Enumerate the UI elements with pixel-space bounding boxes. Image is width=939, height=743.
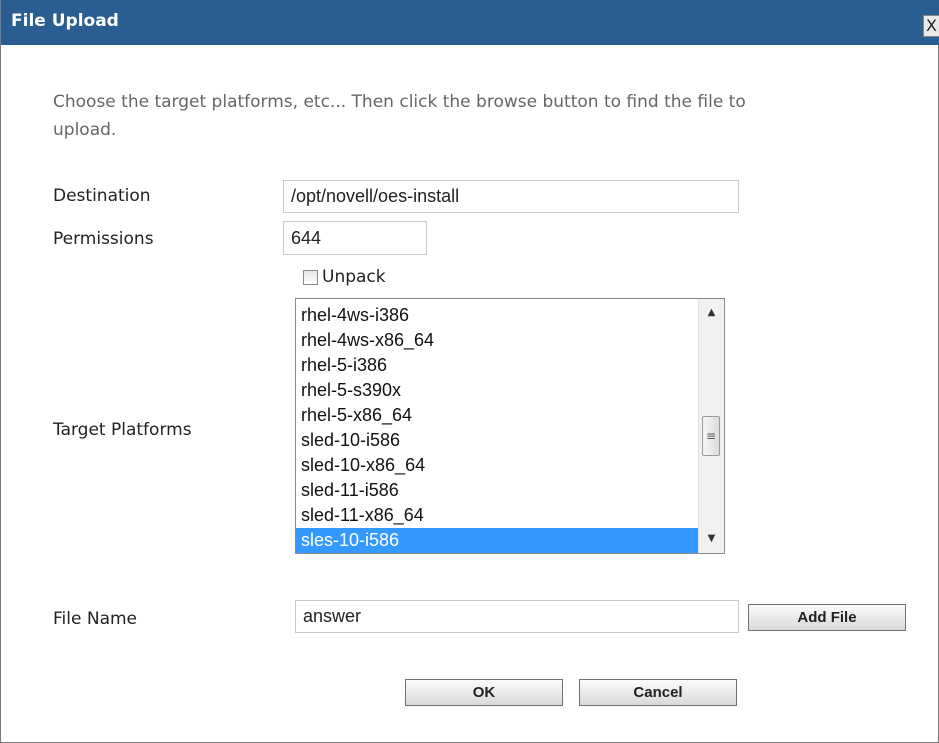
destination-label: Destination (53, 186, 151, 206)
list-item[interactable]: rhel-4ws-i386 (296, 303, 699, 328)
scroll-down-icon[interactable]: ▼ (699, 529, 724, 549)
cancel-button[interactable]: Cancel (579, 679, 737, 706)
destination-input[interactable] (283, 180, 739, 213)
file-name-label: File Name (53, 609, 138, 629)
target-platforms-listbox[interactable]: rhel-4ws-i386 rhel-4ws-x86_64 rhel-5-i38… (295, 298, 725, 554)
permissions-label: Permissions (53, 229, 154, 249)
list-item[interactable]: sled-10-x86_64 (296, 453, 699, 478)
dialog-title: File Upload (11, 11, 119, 31)
instructions-text: Choose the target platforms, etc... Then… (53, 92, 746, 140)
permissions-input[interactable] (283, 221, 427, 255)
list-item[interactable]: rhel-5-x86_64 (296, 403, 699, 428)
ok-button[interactable]: OK (405, 679, 563, 706)
list-item[interactable]: sled-11-i586 (296, 478, 699, 503)
add-file-button[interactable]: Add File (748, 604, 906, 631)
unpack-checkbox[interactable] (303, 269, 318, 285)
list-item[interactable]: rhel-5-s390x (296, 378, 699, 403)
list-item[interactable]: sles-10-i586 (296, 528, 699, 553)
file-upload-dialog: File Upload X Choose the target platform… (0, 0, 939, 743)
list-item[interactable]: rhel-5-i386 (296, 353, 699, 378)
title-bar[interactable]: File Upload X (1, 0, 939, 45)
scroll-thumb[interactable]: ≡ (702, 416, 720, 456)
scroll-up-icon[interactable]: ▲ (699, 303, 724, 323)
close-icon[interactable]: X (923, 15, 939, 37)
target-platforms-label: Target Platforms (53, 420, 192, 440)
unpack-label: Unpack (322, 267, 386, 287)
file-name-input[interactable] (295, 600, 739, 633)
unpack-option[interactable]: Unpack (303, 266, 386, 288)
listbox-scrollbar[interactable]: ▲ ≡ ▼ (698, 299, 724, 553)
list-item[interactable]: sled-11-x86_64 (296, 503, 699, 528)
list-item[interactable]: sled-10-i586 (296, 428, 699, 453)
list-item[interactable]: rhel-4ws-x86_64 (296, 328, 699, 353)
